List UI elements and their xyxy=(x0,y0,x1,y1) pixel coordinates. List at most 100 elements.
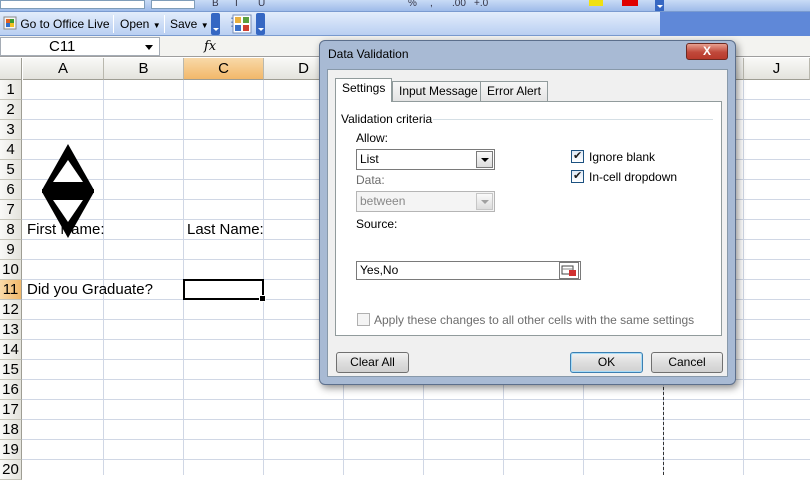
row-header-3[interactable]: 3 xyxy=(0,120,22,140)
cancel-button[interactable]: Cancel xyxy=(651,352,723,373)
column-header-j[interactable]: J xyxy=(744,58,810,80)
gridline xyxy=(22,419,810,420)
row-header-11[interactable]: 11 xyxy=(0,280,22,300)
range-select-button[interactable] xyxy=(559,262,579,279)
ok-button[interactable]: OK xyxy=(570,352,643,373)
save-label: Save xyxy=(170,17,198,31)
row-header-16[interactable]: 16 xyxy=(0,380,22,400)
increase-decimal-icon[interactable]: +.0 xyxy=(474,0,488,9)
validation-criteria-label: Validation criteria xyxy=(341,112,433,126)
toolbar-options-chevron-icon[interactable] xyxy=(256,13,265,35)
insert-function-icon[interactable]: fx xyxy=(204,39,216,54)
cancel-label: Cancel xyxy=(668,355,706,369)
row-header-8[interactable]: 8 xyxy=(0,220,22,240)
row-header-1[interactable]: 1 xyxy=(0,80,22,100)
row-header-17[interactable]: 17 xyxy=(0,400,22,420)
font-color-icon[interactable] xyxy=(622,0,638,6)
name-box-value: C11 xyxy=(49,38,76,55)
italic-icon[interactable]: I xyxy=(235,0,238,9)
collapse-dialog-icon xyxy=(561,265,576,276)
chevron-down-icon: ▼ xyxy=(152,21,161,30)
close-icon: X xyxy=(702,44,711,58)
cell-a11[interactable]: Did you Graduate? xyxy=(27,280,153,300)
row-header-15[interactable]: 15 xyxy=(0,360,22,380)
underline-icon[interactable]: U xyxy=(258,0,265,9)
office-live-toolbar: Go to Office Live Open ▼ Save ▼ ⋮ xyxy=(0,12,660,36)
office-live-label: Go to Office Live xyxy=(20,17,110,31)
dialog-title: Data Validation xyxy=(328,47,409,61)
row-header-7[interactable]: 7 xyxy=(0,200,22,220)
row-header-6[interactable]: 6 xyxy=(0,180,22,200)
allow-select[interactable]: List xyxy=(356,149,495,170)
row-header-4[interactable]: 4 xyxy=(0,140,22,160)
dialog-body: Settings Input Message Error Alert Valid… xyxy=(327,69,728,377)
row-header-14[interactable]: 14 xyxy=(0,340,22,360)
row-header-2[interactable]: 2 xyxy=(0,100,22,120)
chevron-down-icon xyxy=(476,193,493,210)
name-box[interactable]: C11 xyxy=(0,37,160,56)
select-all-corner[interactable] xyxy=(0,58,22,80)
tab-input-message[interactable]: Input Message xyxy=(392,81,485,101)
ignore-blank-checkbox[interactable] xyxy=(571,149,584,163)
row-header-10[interactable]: 10 xyxy=(0,260,22,280)
data-select: between xyxy=(356,191,495,212)
percent-icon[interactable]: % xyxy=(408,0,417,9)
source-input[interactable]: Yes,No xyxy=(356,261,581,280)
gridline xyxy=(22,399,810,400)
open-label: Open xyxy=(120,17,150,31)
open-button[interactable]: Open ▼ xyxy=(117,15,164,33)
chevron-down-icon[interactable] xyxy=(145,45,153,50)
font-size-box[interactable] xyxy=(151,0,195,9)
toolbar-options-chevron-icon[interactable] xyxy=(655,0,664,11)
in-cell-dropdown-checkbox[interactable] xyxy=(571,169,584,183)
column-header-c[interactable]: C xyxy=(184,58,264,80)
row-header-13[interactable]: 13 xyxy=(0,320,22,340)
decrease-decimal-icon[interactable]: .00 xyxy=(452,0,466,9)
row-header-20[interactable]: 20 xyxy=(0,460,22,480)
cell-c8[interactable]: Last Name: xyxy=(187,220,264,240)
row-header-12[interactable]: 12 xyxy=(0,300,22,320)
column-header-b[interactable]: B xyxy=(104,58,184,80)
grid-tool-icon xyxy=(232,14,252,34)
toolbar-separator xyxy=(164,15,165,33)
row-header-18[interactable]: 18 xyxy=(0,420,22,440)
tool-button[interactable] xyxy=(232,14,252,34)
toolbar-dock-area xyxy=(660,12,810,36)
allow-label: Allow: xyxy=(356,131,389,145)
data-validation-dialog: Data Validation X Settings Input Message… xyxy=(319,40,736,385)
chevron-down-icon[interactable] xyxy=(476,151,493,168)
comma-icon[interactable]: , xyxy=(430,0,433,9)
apply-all-label: Apply these changes to all other cells w… xyxy=(374,313,695,327)
in-cell-dropdown-label: In-cell dropdown xyxy=(589,170,678,184)
active-cell-c11[interactable] xyxy=(183,279,266,302)
toolbar-options-chevron-icon[interactable] xyxy=(211,13,220,35)
row-header-9[interactable]: 9 xyxy=(0,240,22,260)
chevron-down-icon: ▼ xyxy=(200,21,209,30)
data-value: between xyxy=(360,194,406,208)
formatting-toolbar: B I U % , .00 +.0 xyxy=(0,0,810,12)
cell-a8[interactable]: First Name: xyxy=(27,220,105,240)
apply-all-checkbox xyxy=(357,313,370,326)
column-header-a[interactable]: A xyxy=(23,58,104,80)
office-live-button[interactable]: Go to Office Live xyxy=(0,15,113,33)
source-label: Source: xyxy=(356,217,398,231)
gridline xyxy=(22,459,810,460)
close-button[interactable]: X xyxy=(686,43,728,60)
row-header-5[interactable]: 5 xyxy=(0,160,22,180)
row-header-19[interactable]: 19 xyxy=(0,440,22,460)
clear-all-label: Clear All xyxy=(350,355,395,369)
ignore-blank-label: Ignore blank xyxy=(589,150,656,164)
font-name-box[interactable] xyxy=(0,0,145,9)
tab-settings[interactable]: Settings xyxy=(335,78,393,102)
tab-error-alert[interactable]: Error Alert xyxy=(480,81,549,101)
gridline xyxy=(22,439,810,440)
divider xyxy=(433,119,713,120)
bold-icon[interactable]: B xyxy=(212,0,219,9)
allow-value: List xyxy=(360,152,379,166)
highlight-color-icon[interactable] xyxy=(589,0,603,6)
source-value: Yes,No xyxy=(360,263,399,277)
data-label: Data: xyxy=(356,173,385,187)
save-button[interactable]: Save ▼ xyxy=(167,15,212,33)
toolbar-separator xyxy=(113,15,114,33)
clear-all-button[interactable]: Clear All xyxy=(336,352,409,373)
